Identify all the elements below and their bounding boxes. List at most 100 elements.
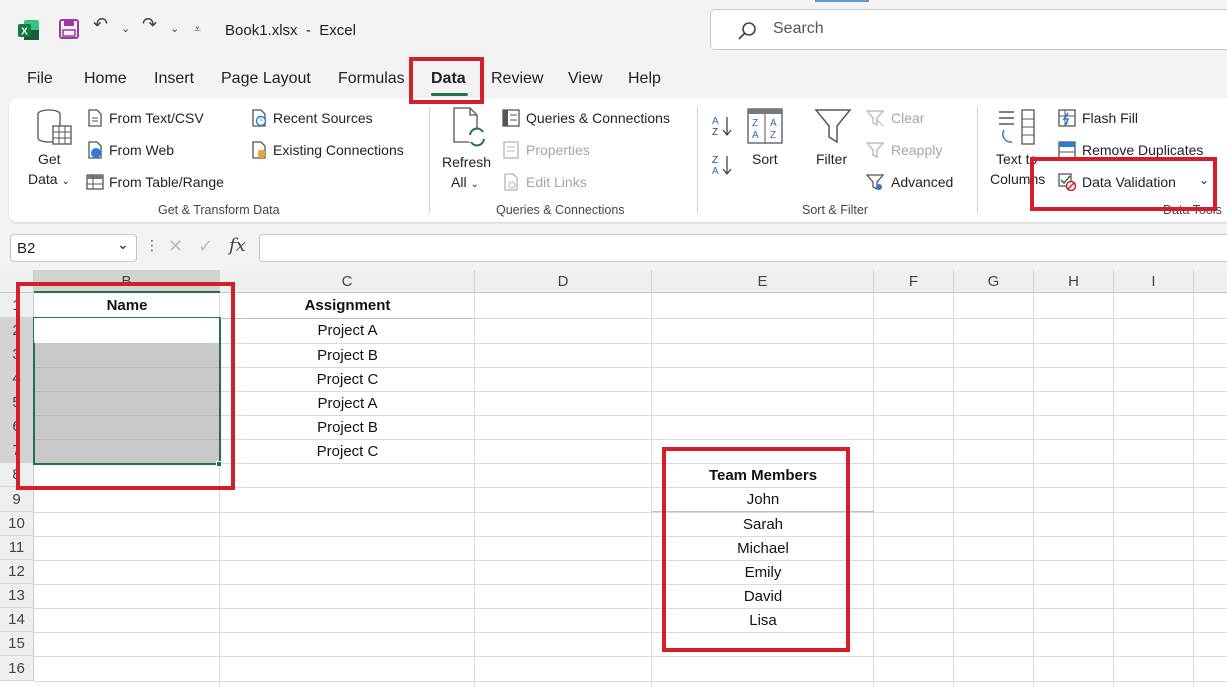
advanced-filter-icon bbox=[866, 173, 884, 191]
column-header-h[interactable]: H bbox=[1034, 270, 1114, 293]
column-header-e[interactable]: E bbox=[652, 270, 874, 293]
column-header-i[interactable]: I bbox=[1114, 270, 1194, 293]
clear-button[interactable]: Clear bbox=[891, 110, 924, 126]
flash-fill-button[interactable]: Flash Fill bbox=[1082, 110, 1138, 126]
row-header-10[interactable]: 10 bbox=[0, 512, 34, 536]
grid-line bbox=[34, 512, 1227, 513]
row-header-13[interactable]: 13 bbox=[0, 584, 34, 608]
column-header-g[interactable]: G bbox=[954, 270, 1034, 293]
advanced-button[interactable]: Advanced bbox=[891, 174, 953, 190]
row-header-11[interactable]: 11 bbox=[0, 536, 34, 560]
name-box-value: B2 bbox=[17, 240, 35, 257]
undo-dropdown-icon[interactable]: ⌄ bbox=[121, 22, 130, 35]
name-box[interactable]: B2 ⌄ bbox=[10, 234, 137, 262]
filter-icon[interactable] bbox=[814, 107, 852, 147]
column-header-c[interactable]: C bbox=[220, 270, 475, 293]
svg-text:Z: Z bbox=[712, 127, 718, 138]
from-web-button[interactable]: From Web bbox=[109, 142, 174, 158]
svg-text:A: A bbox=[752, 130, 759, 141]
edit-links-button[interactable]: Edit Links bbox=[526, 174, 587, 190]
text-to-columns-icon[interactable] bbox=[996, 108, 1038, 150]
tab-view[interactable]: View bbox=[568, 70, 602, 88]
tab-formulas[interactable]: Formulas bbox=[338, 70, 405, 88]
remove-duplicates-button[interactable]: Remove Duplicates bbox=[1082, 142, 1203, 158]
grid-line bbox=[1033, 293, 1034, 687]
refresh-label-2[interactable]: All ⌄ bbox=[451, 174, 479, 190]
redo-icon[interactable]: ↷ bbox=[142, 14, 157, 35]
tab-file[interactable]: File bbox=[27, 70, 53, 88]
redo-dropdown-icon[interactable]: ⌄ bbox=[170, 22, 179, 35]
column-header-d[interactable]: D bbox=[475, 270, 652, 293]
search-accent bbox=[815, 0, 869, 2]
svg-text:Z: Z bbox=[752, 118, 758, 129]
properties-button[interactable]: Properties bbox=[526, 142, 590, 158]
row-header-12[interactable]: 12 bbox=[0, 560, 34, 584]
enter-icon[interactable]: ✓ bbox=[198, 236, 213, 257]
group-label-sort-filter: Sort & Filter bbox=[802, 203, 868, 217]
sort-icon[interactable]: Z A A Z bbox=[747, 108, 785, 146]
undo-icon[interactable]: ↶ bbox=[93, 14, 108, 35]
assignment-cell[interactable]: Project A bbox=[220, 322, 475, 339]
column-header-j[interactable] bbox=[1194, 270, 1227, 293]
assignment-cell[interactable]: Project C bbox=[220, 443, 475, 460]
queries-connections-button[interactable]: Queries & Connections bbox=[526, 110, 670, 126]
filter-button[interactable]: Filter bbox=[816, 151, 847, 167]
formula-input[interactable] bbox=[259, 234, 1227, 262]
assignment-header-cell[interactable]: Assignment bbox=[220, 297, 475, 314]
row-header-14[interactable]: 14 bbox=[0, 608, 34, 632]
row-header-15[interactable]: 15 bbox=[0, 632, 34, 656]
svg-text:X: X bbox=[21, 27, 28, 38]
assignment-cell[interactable]: Project C bbox=[220, 371, 475, 388]
reapply-icon bbox=[866, 141, 884, 159]
get-data-label-2[interactable]: Data ⌄ bbox=[28, 171, 70, 187]
refresh-all-icon[interactable] bbox=[450, 106, 490, 150]
tab-insert[interactable]: Insert bbox=[154, 70, 194, 88]
existing-connections-button[interactable]: Existing Connections bbox=[273, 142, 404, 158]
cancel-icon[interactable]: ✕ bbox=[168, 236, 183, 257]
get-data-icon[interactable] bbox=[35, 108, 73, 148]
assignment-cell[interactable]: Project A bbox=[220, 395, 475, 412]
highlight-name-column bbox=[16, 282, 235, 490]
svg-text:Z: Z bbox=[770, 130, 776, 141]
group-label-queries: Queries & Connections bbox=[496, 203, 625, 217]
ribbon-separator bbox=[977, 106, 978, 214]
refresh-label-1[interactable]: Refresh bbox=[442, 154, 491, 170]
get-data-label-1[interactable]: Get bbox=[38, 151, 61, 167]
queries-connections-icon bbox=[502, 109, 520, 127]
column-header-f[interactable]: F bbox=[874, 270, 954, 293]
existing-connections-icon bbox=[250, 141, 268, 159]
save-icon[interactable] bbox=[59, 19, 79, 39]
grid-line bbox=[34, 536, 1227, 537]
chevron-down-icon: ⌄ bbox=[61, 176, 69, 187]
assignment-cell[interactable]: Project B bbox=[220, 419, 475, 436]
row-header-16[interactable]: 16 bbox=[0, 656, 34, 681]
row-header-9[interactable]: 9 bbox=[0, 487, 34, 512]
customize-toolbar-icon[interactable]: ⩡ bbox=[194, 22, 201, 37]
search-box[interactable]: Search bbox=[710, 9, 1227, 50]
tab-page-layout[interactable]: Page Layout bbox=[221, 70, 311, 88]
grid-line bbox=[34, 656, 1227, 657]
grid-line bbox=[34, 681, 1227, 682]
group-label-get-transform: Get & Transform Data bbox=[158, 203, 280, 217]
from-table-range-button[interactable]: From Table/Range bbox=[109, 174, 224, 190]
more-options-icon[interactable]: ⋮ bbox=[145, 238, 159, 254]
from-text-csv-button[interactable]: From Text/CSV bbox=[109, 110, 204, 126]
text-file-icon bbox=[86, 109, 104, 127]
svg-text:A: A bbox=[770, 118, 777, 129]
edit-links-icon bbox=[502, 173, 520, 191]
highlight-data-tab bbox=[409, 57, 484, 104]
assignment-cell[interactable]: Project B bbox=[220, 347, 475, 364]
clear-filter-icon bbox=[866, 109, 884, 127]
ribbon-separator bbox=[429, 106, 430, 214]
tab-review[interactable]: Review bbox=[491, 70, 543, 88]
grid-line bbox=[1193, 293, 1194, 687]
chevron-down-icon[interactable]: ⌄ bbox=[117, 237, 129, 253]
search-icon bbox=[737, 21, 757, 41]
reapply-button[interactable]: Reapply bbox=[891, 142, 942, 158]
title-bar: X ↶ ⌄ ↷ ⌄ ⩡ Book1.xlsx - Excel Search bbox=[0, 0, 1227, 62]
recent-sources-button[interactable]: Recent Sources bbox=[273, 110, 373, 126]
tab-home[interactable]: Home bbox=[84, 70, 127, 88]
sort-button[interactable]: Sort bbox=[752, 151, 778, 167]
tab-help[interactable]: Help bbox=[628, 70, 661, 88]
insert-function-icon[interactable]: fx bbox=[229, 235, 246, 256]
